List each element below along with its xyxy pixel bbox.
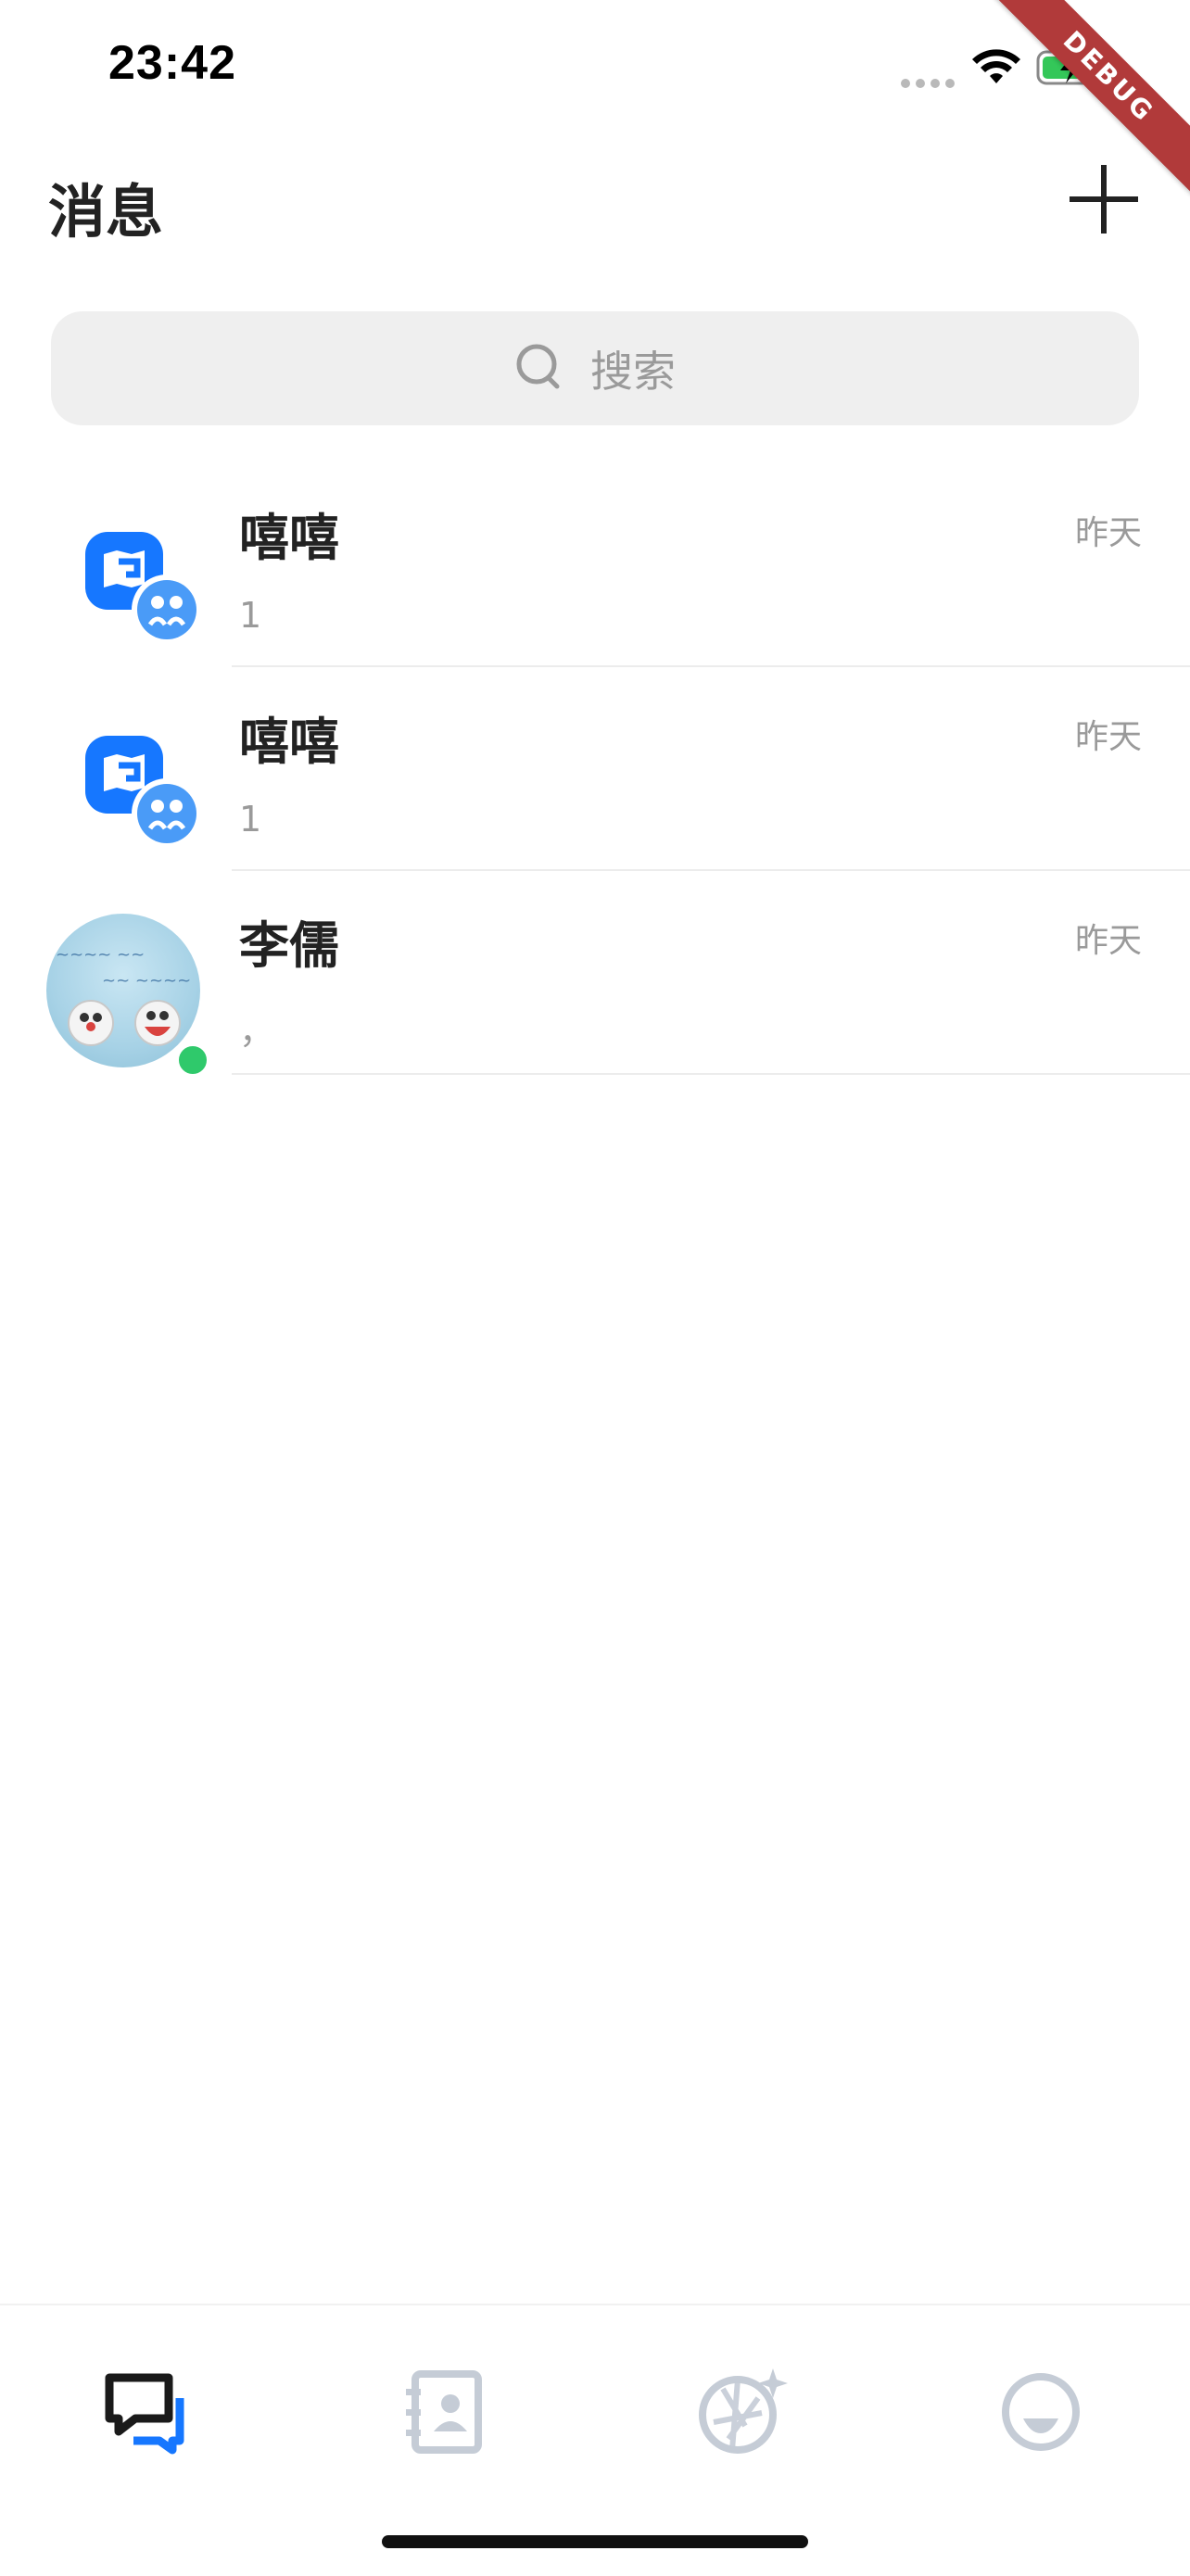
home-indicator	[382, 2535, 808, 2548]
plus-icon[interactable]	[1064, 159, 1144, 239]
group-chat-avatar	[46, 506, 204, 663]
search-placeholder: 搜索	[590, 346, 676, 397]
divider	[232, 1073, 1190, 1075]
camera-aperture-sparkle-icon[interactable]	[691, 2361, 793, 2463]
conversation-time: 昨天	[1074, 922, 1142, 960]
page-title: 消息	[48, 178, 164, 246]
chat-bubbles-icon[interactable]	[96, 2361, 198, 2463]
avatar-photo: ~~~~ ~~ ~~ ~~~~	[46, 914, 200, 1067]
group-chat-avatar	[46, 710, 204, 867]
status-time: 23:42	[108, 36, 236, 90]
conversation-time: 昨天	[1074, 718, 1142, 756]
search-icon	[516, 344, 560, 388]
conversation-preview: ，	[239, 1011, 275, 1052]
svg-text:~~~~ ~~: ~~~~ ~~	[56, 945, 145, 965]
conversation-name: 嘻嘻	[239, 509, 339, 567]
smiley-face-icon[interactable]	[990, 2361, 1092, 2463]
conversation-name: 李儒	[239, 916, 339, 975]
conversation-name: 嘻嘻	[239, 713, 339, 771]
contact-book-icon[interactable]	[393, 2361, 495, 2463]
conversation-list: 嘻嘻 昨天 1 嘻嘻 昨天 1 ~~~~ ~~ ~~ ~~~~ 李儒 昨天 ，	[0, 463, 1190, 1079]
conversation-time: 昨天	[1074, 514, 1142, 552]
svg-text:~~ ~~~~: ~~ ~~~~	[102, 971, 191, 991]
doraemon-photo-avatar: ~~~~ ~~ ~~ ~~~~	[46, 914, 211, 1079]
cellular-dots-icon	[901, 74, 960, 92]
conversation-item[interactable]: 嘻嘻 昨天 1	[0, 667, 1190, 871]
search-input[interactable]: 搜索	[51, 311, 1139, 425]
online-status-dot	[174, 1042, 211, 1079]
wifi-icon	[972, 49, 1020, 83]
conversation-preview: 1	[239, 799, 262, 840]
conversation-item[interactable]: ~~~~ ~~ ~~ ~~~~ 李儒 昨天 ，	[0, 871, 1190, 1079]
status-bar: 23:42 DEBUG	[0, 0, 1190, 211]
conversation-item[interactable]: 嘻嘻 昨天 1	[0, 463, 1190, 667]
conversation-preview: 1	[239, 595, 262, 636]
